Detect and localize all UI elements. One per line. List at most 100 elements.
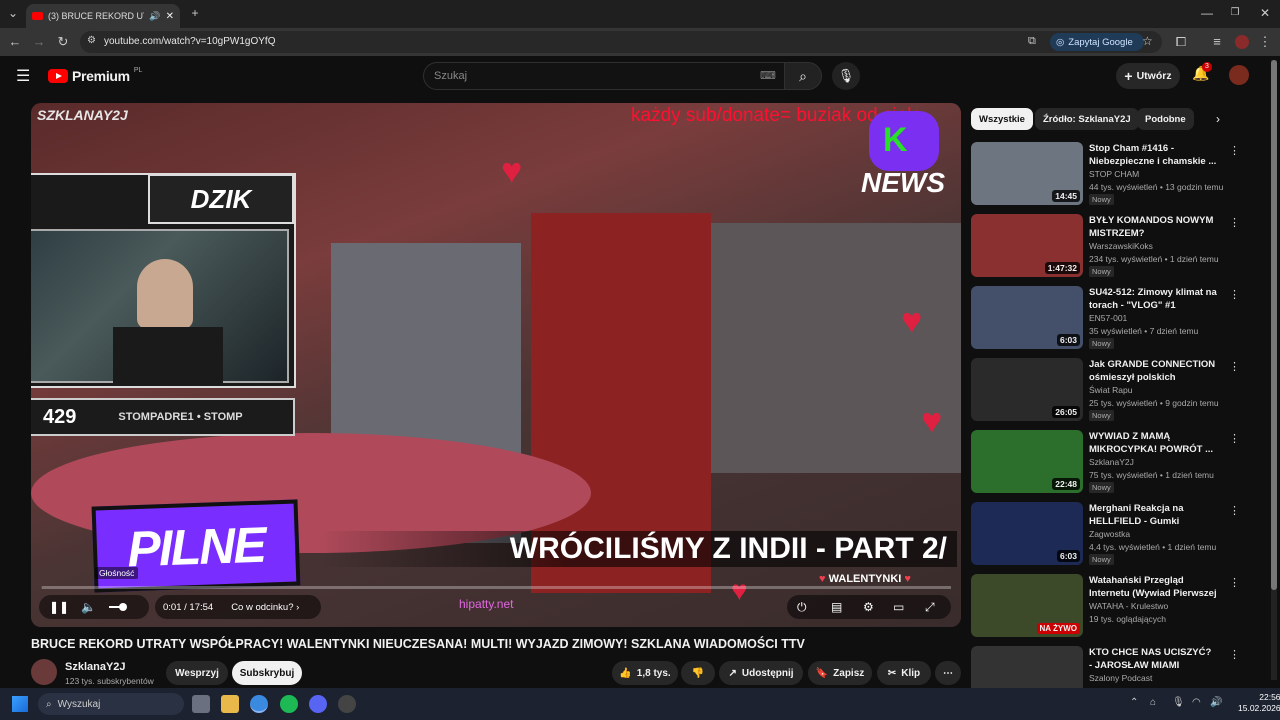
more-actions-button[interactable]: ⋯: [935, 661, 961, 685]
tab-audio-icon[interactable]: 🔊: [149, 11, 160, 22]
recommendation-channel[interactable]: EN57-001: [1089, 313, 1127, 323]
more-vertical-icon[interactable]: ⋮: [1229, 504, 1240, 517]
recommendation-title[interactable]: Merghani Reakcja na HELLFIELD - Gumki Re…: [1089, 502, 1217, 528]
recommendation-thumbnail[interactable]: NA ŻYWO: [971, 574, 1083, 637]
wifi-icon[interactable]: ◠: [1192, 697, 1201, 708]
dislike-button[interactable]: 👎: [681, 661, 715, 685]
reading-list-icon[interactable]: ≡: [1208, 33, 1226, 51]
microphone-tray-icon[interactable]: 🎙: [1172, 697, 1185, 708]
more-vertical-icon[interactable]: ⋮: [1229, 432, 1240, 445]
recommendation-item[interactable]: 14:45 Stop Cham #1416 - Niebezpieczne i c…: [971, 142, 1240, 206]
network-icon[interactable]: ⌂: [1150, 697, 1156, 708]
new-tab-icon[interactable]: +: [184, 4, 206, 22]
recommendation-channel[interactable]: Zagwostka: [1089, 529, 1130, 539]
recommendation-thumbnail[interactable]: 6:03: [971, 286, 1083, 349]
system-clock[interactable]: 22:56 15.02.2026: [1238, 692, 1280, 714]
support-button[interactable]: Wesprzyj: [166, 661, 228, 685]
taskbar-search[interactable]: ⌕ Wyszukaj: [38, 693, 184, 715]
back-icon[interactable]: ←: [6, 33, 24, 51]
recommendation-channel[interactable]: WarszawskiKoks: [1089, 241, 1153, 251]
more-vertical-icon[interactable]: ⋮: [1229, 576, 1240, 589]
chip-source[interactable]: Źródło: SzklanaY2J: [1035, 108, 1139, 130]
autoplay-toggle-icon[interactable]: ⏻: [797, 600, 807, 614]
windows-start-icon[interactable]: [12, 696, 28, 712]
window-close-icon[interactable]: ✕: [1254, 4, 1276, 22]
chrome-icon[interactable]: [250, 695, 268, 713]
chapter-button[interactable]: Co w odcinku? ›: [231, 602, 299, 613]
channel-name[interactable]: SzklanaY2J: [65, 661, 126, 673]
pause-icon[interactable]: ❚❚: [49, 600, 69, 614]
recommendation-thumbnail[interactable]: 1:47:32: [971, 214, 1083, 277]
recommendation-channel[interactable]: Świat Rapu: [1089, 385, 1132, 395]
chips-next-icon[interactable]: ›: [1216, 112, 1220, 126]
subscribe-button[interactable]: Subskrybuj: [232, 661, 302, 685]
save-button[interactable]: 🔖 Zapisz: [808, 661, 872, 685]
recommendation-item[interactable]: 26:05 Jak GRANDE CONNECTION ośmieszył pol…: [971, 358, 1240, 422]
recommendation-channel[interactable]: STOP CHAM: [1089, 169, 1139, 179]
account-avatar[interactable]: [1229, 65, 1249, 85]
recommendation-item[interactable]: 6:03 Merghani Reakcja na HELLFIELD - Gumk…: [971, 502, 1240, 566]
search-button[interactable]: ⌕: [784, 62, 822, 90]
youtube-logo[interactable]: Premium PL: [48, 67, 142, 84]
profile-avatar[interactable]: [1235, 35, 1249, 49]
recommendation-title[interactable]: KTO CHCE NAS UCISZYĆ? - JAROSŁAW MIAMI P…: [1089, 646, 1217, 672]
browser-menu-icon[interactable]: ⋮: [1256, 33, 1274, 51]
forward-icon[interactable]: →: [30, 33, 48, 51]
like-button[interactable]: 👍 1,8 tys.: [612, 661, 678, 685]
channel-avatar[interactable]: [31, 659, 57, 685]
fullscreen-icon[interactable]: ⤢: [925, 600, 935, 614]
spotify-icon[interactable]: [280, 695, 298, 713]
restore-icon[interactable]: ❐: [1224, 4, 1246, 22]
settings-gear-icon[interactable]: ⚙: [863, 600, 874, 614]
recommendation-thumbnail[interactable]: 26:05: [971, 358, 1083, 421]
volume-slider-knob[interactable]: [119, 603, 127, 611]
voice-search-button[interactable]: 🎙: [832, 62, 860, 90]
recommendation-item[interactable]: 22:48 WYWIAD Z MAMĄ MIKROCYPKA! POWRÓT ..…: [971, 430, 1240, 494]
keyboard-icon[interactable]: ⌨: [760, 69, 776, 82]
minimize-icon[interactable]: —: [1196, 4, 1218, 22]
tab-close-icon[interactable]: ✕: [166, 11, 174, 22]
tab-search-icon[interactable]: ⌄: [2, 4, 24, 22]
browser-tab[interactable]: (3) BRUCE REKORD UTRATY 🔊 ✕: [26, 4, 180, 28]
recommendation-channel[interactable]: SzklanaY2J: [1089, 457, 1134, 467]
bookmark-star-icon[interactable]: ☆: [1142, 34, 1153, 48]
recommendation-thumbnail[interactable]: 6:03: [971, 502, 1083, 565]
task-view-icon[interactable]: [192, 695, 210, 713]
more-vertical-icon[interactable]: ⋮: [1229, 648, 1240, 661]
recommendation-item[interactable]: 1:47:32 BYŁY KOMANDOS NOWYM MISTRZEM? Wars…: [971, 214, 1240, 278]
recommendation-item[interactable]: NA ŻYWO Watahański Przegląd Internetu (Wy…: [971, 574, 1240, 638]
recommendation-title[interactable]: SU42-512: Zimowy klimat na torach - "VLO…: [1089, 286, 1217, 312]
recommendation-title[interactable]: Stop Cham #1416 - Niebezpieczne i chamsk…: [1089, 142, 1217, 168]
cast-icon[interactable]: ⧉: [1028, 35, 1036, 48]
chip-all[interactable]: Wszystkie: [971, 108, 1033, 130]
more-vertical-icon[interactable]: ⋮: [1229, 216, 1240, 229]
more-vertical-icon[interactable]: ⋮: [1229, 144, 1240, 157]
page-scrollbar-thumb[interactable]: [1271, 60, 1277, 590]
address-bar[interactable]: ⚙ youtube.com/watch?v=10gPW1gOYfQ ⧉ ◎ Za…: [80, 31, 1162, 53]
recommendation-channel[interactable]: WATAHA - Krulestwo: [1089, 601, 1168, 611]
tray-chevron-icon[interactable]: ⌃: [1130, 697, 1138, 708]
subtitles-icon[interactable]: ▤: [831, 600, 842, 614]
site-info-icon[interactable]: ⚙: [87, 35, 96, 46]
share-button[interactable]: ↗ Udostępnij: [719, 661, 803, 685]
reload-icon[interactable]: ↻: [54, 33, 72, 51]
speaker-icon[interactable]: 🔊: [1210, 697, 1222, 708]
chip-similar[interactable]: Podobne: [1137, 108, 1194, 130]
ask-google-button[interactable]: ◎ Zapytaj Google: [1050, 33, 1144, 51]
more-vertical-icon[interactable]: ⋮: [1229, 288, 1240, 301]
more-vertical-icon[interactable]: ⋮: [1229, 360, 1240, 373]
discord-icon[interactable]: [309, 695, 327, 713]
recommendation-title[interactable]: Watahański Przegląd Internetu (Wywiad Pi…: [1089, 574, 1217, 600]
recommendation-thumbnail[interactable]: 14:45: [971, 142, 1083, 205]
recommendation-thumbnail[interactable]: 22:48: [971, 430, 1083, 493]
steam-icon[interactable]: [338, 695, 356, 713]
search-input[interactable]: Szukaj ⌨: [423, 62, 785, 90]
clip-button[interactable]: ✂ Klip: [877, 661, 931, 685]
file-explorer-icon[interactable]: [221, 695, 239, 713]
create-button[interactable]: + Utwórz: [1116, 63, 1180, 89]
progress-bar[interactable]: [41, 586, 951, 589]
recommendation-title[interactable]: BYŁY KOMANDOS NOWYM MISTRZEM?: [1089, 214, 1217, 240]
recommendation-title[interactable]: Jak GRANDE CONNECTION ośmieszył polskich…: [1089, 358, 1217, 384]
recommendation-title[interactable]: WYWIAD Z MAMĄ MIKROCYPKA! POWRÓT ...: [1089, 430, 1217, 456]
recommendation-item[interactable]: 6:03 SU42-512: Zimowy klimat na torach - …: [971, 286, 1240, 350]
